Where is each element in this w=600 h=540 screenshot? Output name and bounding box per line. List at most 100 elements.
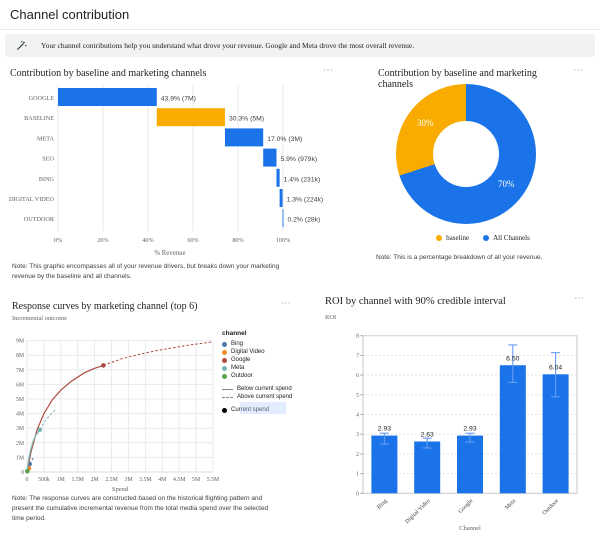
legend-item: Below current spend	[222, 385, 302, 393]
x-tick-label: 500k	[38, 477, 50, 483]
legend-item: Above current spend	[222, 393, 302, 401]
current-spend-point-meta[interactable]	[38, 427, 43, 432]
waterfall-bar[interactable]	[58, 88, 157, 106]
y-tick-label: 4M	[16, 412, 24, 418]
insight-text: Your channel contributions help you unde…	[41, 41, 414, 50]
page-title: Channel contribution	[10, 7, 129, 22]
y-tick-label: 7	[356, 353, 359, 359]
roi-more-menu[interactable]: ⋯	[574, 296, 585, 302]
x-tick-label: 40%	[142, 237, 153, 244]
x-tick-label: 1.5M	[72, 477, 84, 483]
legend-item[interactable]: Outdoor	[222, 372, 302, 380]
category-label: DIGITAL VIDEO	[9, 196, 55, 203]
legend-dot-icon	[222, 374, 227, 379]
bar-value-label: 2.93	[378, 426, 391, 433]
response-curves-card: Response curves by marketing channel (to…	[8, 298, 304, 540]
donut-legend-item[interactable]: baseline	[436, 234, 469, 242]
x-tick-label: 5M	[192, 477, 200, 483]
x-tick-label: 3.5M	[139, 477, 151, 483]
x-tick-label: 0	[26, 477, 29, 483]
bar-value-label: 17.0% (3M)	[267, 136, 302, 143]
legend-label: baseline	[446, 234, 469, 242]
waterfall-card: Contribution by baseline and marketing c…	[8, 64, 342, 296]
legend-item[interactable]: Google	[222, 356, 302, 364]
bar-value-label: 43.9% (7M)	[161, 96, 196, 103]
roi-title: ROI by channel with 90% credible interva…	[325, 296, 506, 307]
waterfall-bar[interactable]	[263, 149, 276, 167]
x-tick-label: Google	[458, 498, 475, 515]
response-curves-title: Response curves by marketing channel (to…	[12, 301, 198, 312]
roi-bar[interactable]	[457, 436, 483, 494]
y-tick-label: 2M	[16, 441, 24, 447]
legend-item[interactable]: Digital Video	[222, 348, 302, 356]
y-tick-label: 6	[356, 373, 359, 379]
waterfall-note: Note: This graphic encompasses all of yo…	[12, 262, 288, 282]
bar-value-label: 0.2% (28k)	[287, 217, 320, 224]
x-tick-label: 4.5M	[173, 477, 185, 483]
x-tick-label: 60%	[187, 237, 198, 244]
current-spend-dot-icon	[222, 408, 227, 413]
category-label: BASELINE	[24, 115, 54, 122]
x-tick-label: 2.5M	[105, 477, 117, 483]
donut-note: Note: This is a percentage breakdown of …	[376, 253, 596, 263]
donut-more-menu[interactable]: ⋯	[573, 68, 584, 74]
waterfall-bar[interactable]	[283, 209, 284, 227]
y-tick-label: 0	[21, 470, 24, 476]
waterfall-bar[interactable]	[157, 108, 225, 126]
waterfall-more-menu[interactable]: ⋯	[323, 68, 334, 74]
donut-slice-label-all-channels: 70%	[498, 179, 515, 189]
x-tick-label: Meta	[504, 498, 517, 511]
x-axis-title: % Revenue	[154, 250, 185, 257]
legend-dot-icon	[483, 235, 489, 241]
bar-value-label: 6.50	[506, 355, 519, 362]
x-tick-label: Bing	[376, 498, 388, 510]
waterfall-bar[interactable]	[276, 169, 279, 187]
y-tick-label: 5M	[16, 397, 24, 403]
current-spend-point-outdoor[interactable]	[25, 469, 30, 474]
response-curves-more-menu[interactable]: ⋯	[281, 301, 292, 307]
legend-label: Digital Video	[231, 349, 265, 355]
y-tick-label: 8	[356, 334, 359, 340]
category-label: BING	[39, 176, 55, 183]
y-tick-label: 7M	[16, 368, 24, 374]
insights-wand-icon	[16, 40, 27, 51]
x-tick-label: 2M	[91, 477, 99, 483]
legend-item[interactable]: Bing	[222, 340, 302, 348]
legend-title: channel	[222, 330, 302, 337]
waterfall-bar[interactable]	[225, 128, 263, 146]
curve-meta-dashed[interactable]	[40, 409, 57, 430]
category-label: GOOGLE	[29, 95, 55, 102]
legend-label: Below current spend	[237, 386, 292, 392]
y-tick-label: 5	[356, 393, 359, 399]
x-tick-label: 1M	[57, 477, 65, 483]
category-label: OUTDOOR	[24, 216, 55, 223]
legend-dot-icon	[436, 235, 442, 241]
response-curves-ylabel: Incremental outcome	[12, 315, 67, 322]
legend-item[interactable]: Meta	[222, 364, 302, 372]
donut-legend: baseline All Channels	[368, 234, 598, 242]
x-tick-label: 100%	[276, 237, 290, 244]
legend-label: Outdoor	[231, 373, 253, 379]
bar-value-label: 30.3% (5M)	[229, 116, 264, 123]
y-tick-label: 1	[356, 472, 359, 478]
roi-chart: 0123456782.93Bing2.63Digital Video2.93Go…	[312, 323, 600, 537]
donut-legend-item[interactable]: All Channels	[483, 234, 530, 242]
bar-value-label: 1.4% (231k)	[284, 176, 321, 183]
roi-ylabel: ROI	[325, 314, 336, 321]
roi-bar[interactable]	[414, 441, 440, 493]
roi-bar[interactable]	[500, 365, 526, 493]
x-axis-title: Spend	[112, 486, 129, 493]
x-tick-label: 4M	[158, 477, 166, 483]
legend-dot-icon	[222, 358, 227, 363]
legend-label: Above current spend	[237, 394, 292, 400]
bar-value-label: 1.3% (224k)	[287, 197, 324, 204]
legend-label: Bing	[231, 341, 243, 347]
waterfall-bar[interactable]	[280, 189, 283, 207]
x-tick-label: 20%	[97, 237, 108, 244]
dashed-line-icon	[222, 397, 233, 398]
y-tick-label: 9M	[16, 339, 24, 345]
legend-label: Meta	[231, 365, 244, 371]
current-spend-point-google[interactable]	[101, 363, 106, 368]
donut-chart[interactable]: 30% 70%	[396, 84, 536, 224]
curve-google-solid[interactable]	[27, 365, 103, 472]
